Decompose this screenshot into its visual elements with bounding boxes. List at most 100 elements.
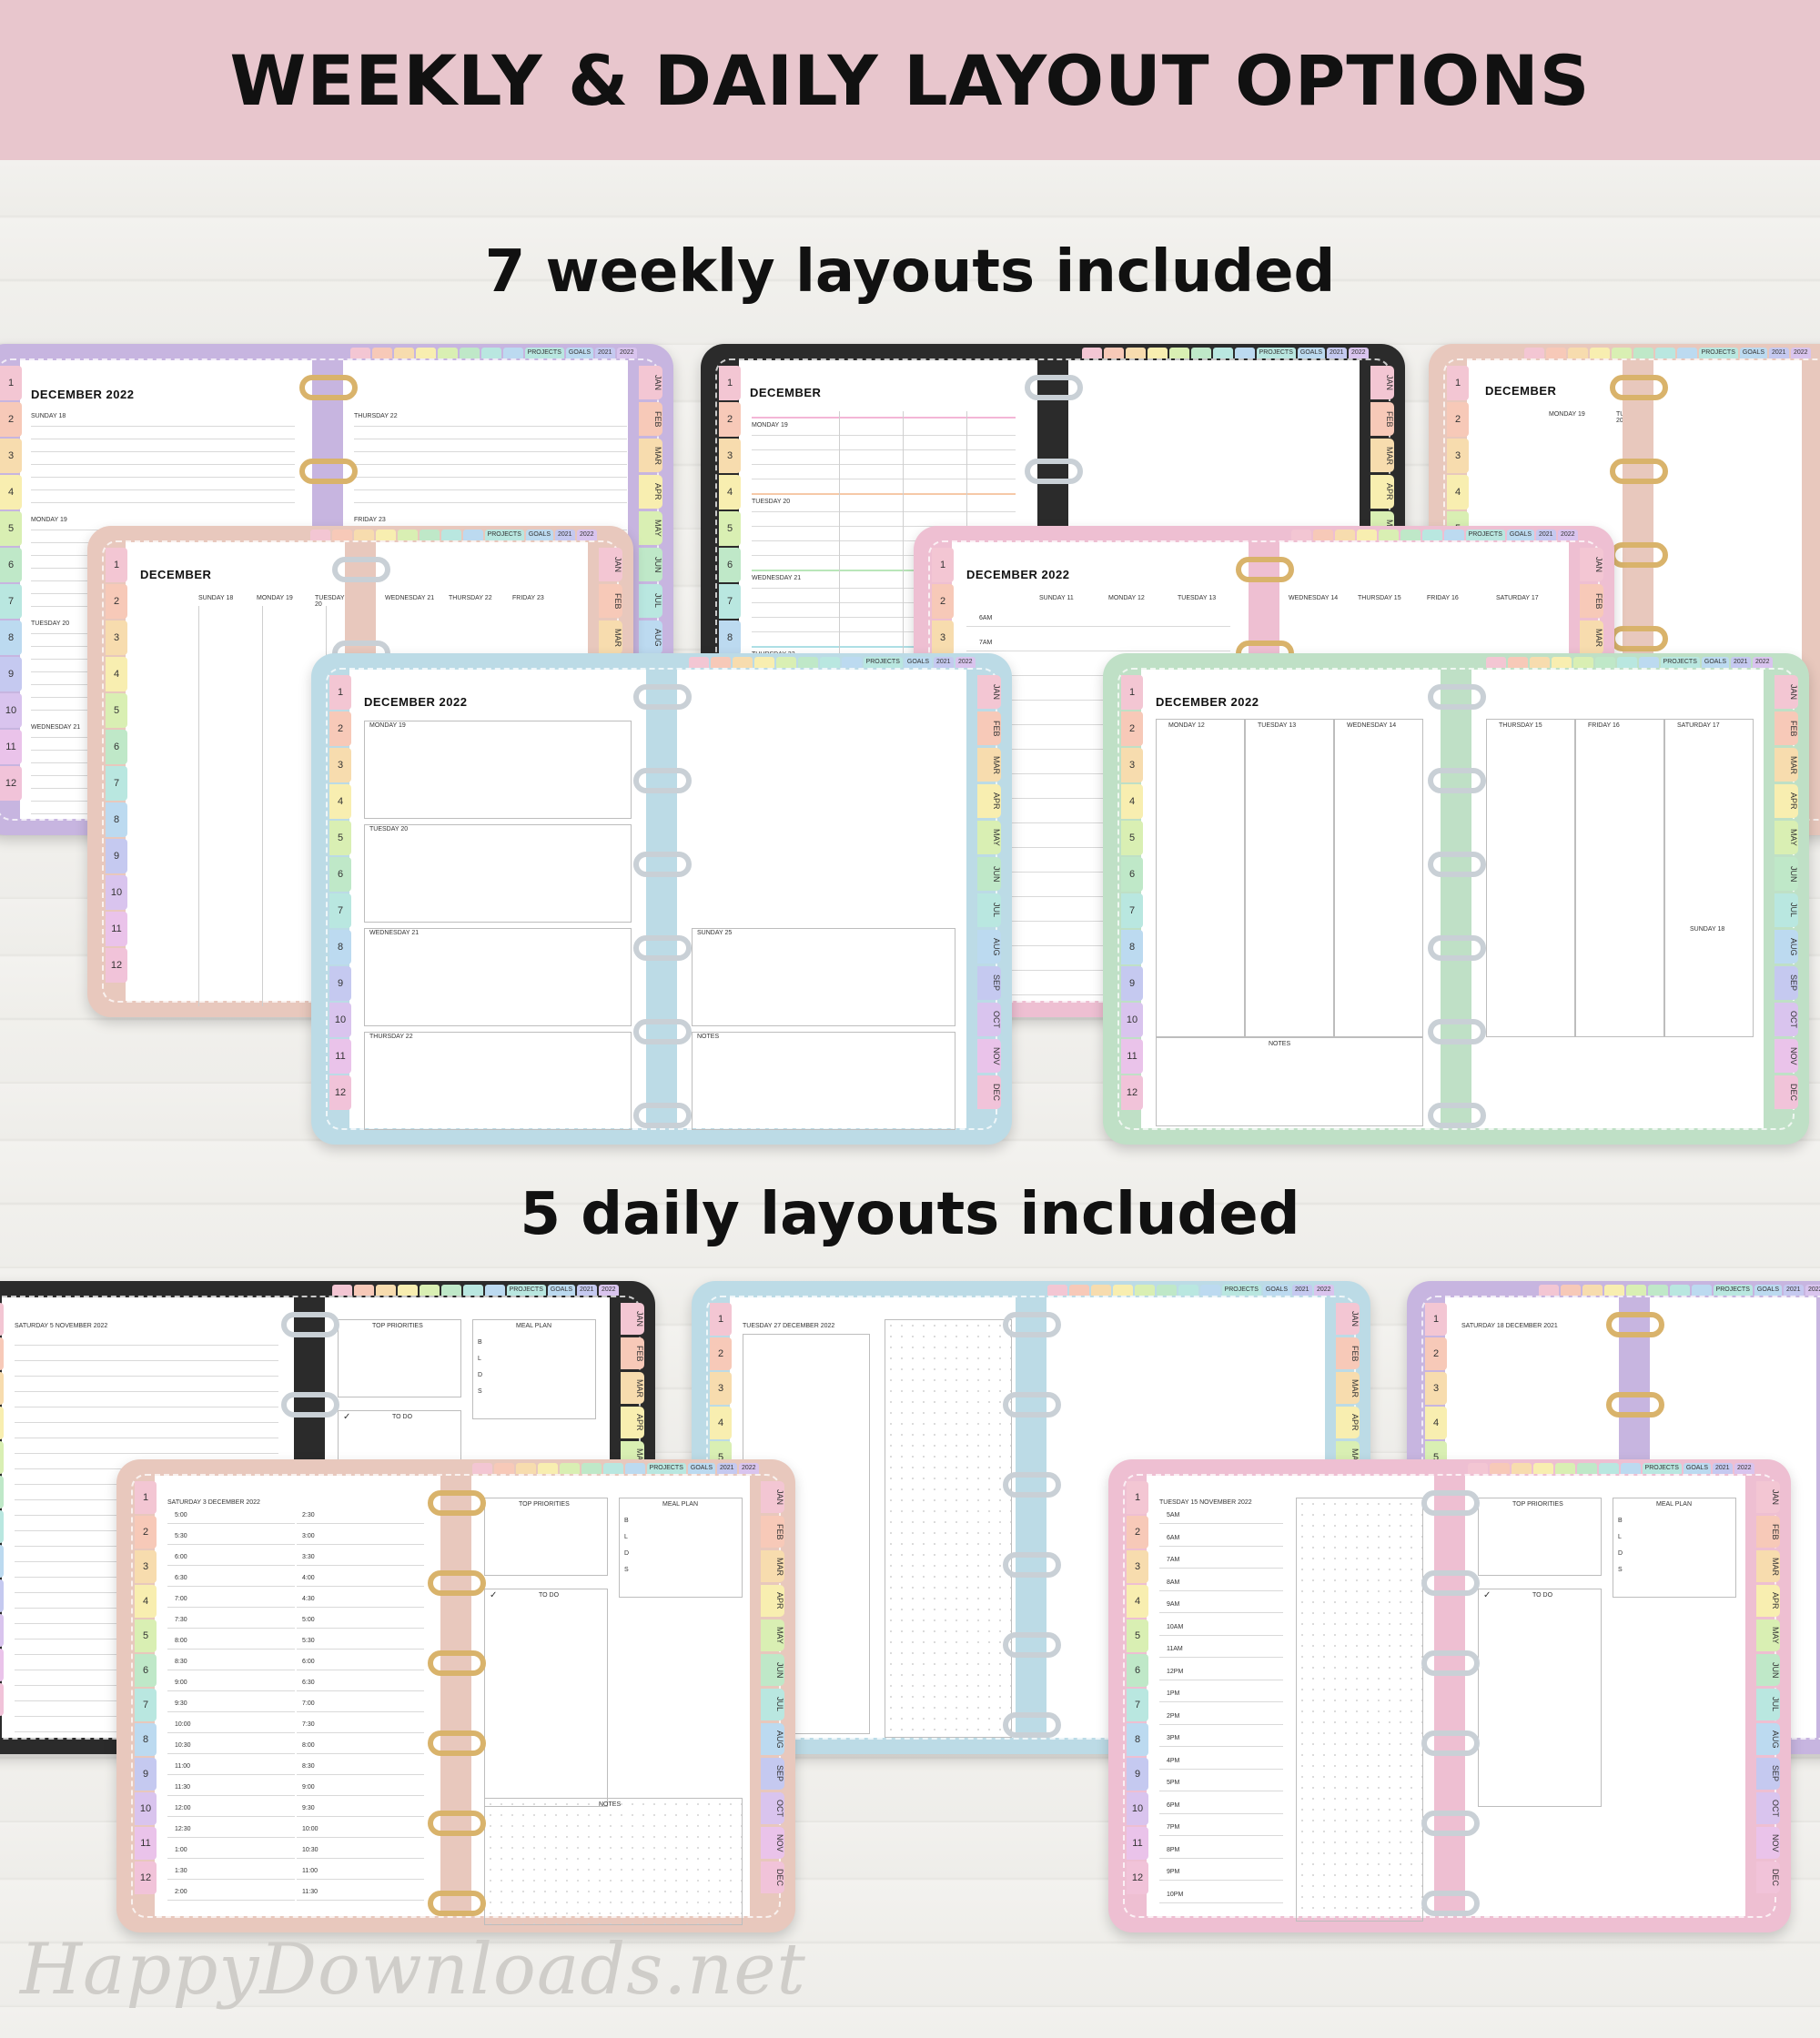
top-icon-tab[interactable] [1485, 657, 1506, 668]
number-tab-1[interactable]: 1 [329, 675, 351, 710]
month-tab-mar[interactable]: MAR [1580, 620, 1603, 654]
number-tab-8[interactable]: 8 [719, 620, 741, 655]
top-icon-tab[interactable] [1594, 657, 1615, 668]
top-icon-tab[interactable] [1421, 530, 1442, 540]
top-icon-tab[interactable] [419, 530, 440, 540]
number-tab-10[interactable]: 10 [1127, 1792, 1148, 1825]
top-icon-tab[interactable] [462, 1285, 483, 1296]
number-tab-3[interactable]: 3 [1127, 1550, 1148, 1583]
top-icon-tab[interactable] [459, 348, 480, 358]
top-tab-projects[interactable]: PROJECTS [1642, 1463, 1682, 1474]
month-tab-apr[interactable]: APR [1774, 784, 1798, 818]
month-tab-feb[interactable]: FEB [977, 711, 1001, 745]
number-tab-2[interactable]: 2 [0, 1337, 4, 1370]
month-tab-dec[interactable]: DEC [1774, 1075, 1798, 1109]
number-tab-11[interactable]: 11 [0, 1649, 4, 1681]
number-tab-1[interactable]: 1 [1121, 675, 1143, 710]
top-icon-tab[interactable] [375, 1285, 396, 1296]
top-icon-tab[interactable] [331, 530, 352, 540]
number-tab-1[interactable]: 1 [0, 1303, 4, 1336]
top-icon-tab[interactable] [353, 530, 374, 540]
number-tab-9[interactable]: 9 [0, 657, 22, 691]
top-icon-tab[interactable] [471, 1463, 492, 1474]
month-tab-jan[interactable]: JAN [599, 548, 622, 581]
top-icon-tab[interactable] [1356, 530, 1377, 540]
number-tab-1[interactable]: 1 [0, 366, 22, 400]
month-tab-jan[interactable]: JAN [1336, 1303, 1360, 1335]
number-tab-11[interactable]: 11 [106, 912, 127, 946]
month-tab-jan[interactable]: JAN [621, 1303, 644, 1335]
month-tab-sep[interactable]: SEP [1774, 966, 1798, 1000]
number-tab-7[interactable]: 7 [719, 584, 741, 619]
month-tab-jan[interactable]: JAN [977, 675, 1001, 709]
number-tab-1[interactable]: 1 [1447, 366, 1469, 400]
number-tab-7[interactable]: 7 [135, 1689, 157, 1721]
month-tab-aug[interactable]: AUG [1756, 1723, 1780, 1755]
top-tab-goals[interactable]: GOALS [565, 348, 593, 358]
top-tab-2021[interactable]: 2021 [1769, 348, 1789, 358]
top-icon-tab[interactable] [1068, 1285, 1089, 1296]
month-tab-jan[interactable]: JAN [1370, 366, 1394, 399]
number-tab-9[interactable]: 9 [329, 966, 351, 1001]
number-tab-6[interactable]: 6 [0, 548, 22, 582]
top-tab-2021[interactable]: 2021 [1731, 657, 1751, 668]
top-icon-tab[interactable] [1669, 1285, 1690, 1296]
top-icon-tab[interactable] [1378, 530, 1399, 540]
top-icon-tab[interactable] [1554, 1463, 1575, 1474]
top-icon-tab[interactable] [397, 1285, 418, 1296]
number-tab-12[interactable]: 12 [0, 1683, 4, 1716]
top-icon-tab[interactable] [515, 1463, 536, 1474]
month-tab-apr[interactable]: APR [761, 1585, 784, 1617]
number-tab-6[interactable]: 6 [329, 857, 351, 892]
number-tab-3[interactable]: 3 [0, 439, 22, 473]
top-icon-tab[interactable] [537, 1463, 558, 1474]
top-icon-tab[interactable] [841, 657, 862, 668]
top-tab-goals[interactable]: GOALS [687, 1463, 715, 1474]
number-tab-3[interactable]: 3 [106, 620, 127, 655]
month-tab-apr[interactable]: APR [1336, 1407, 1360, 1438]
number-tab-11[interactable]: 11 [0, 730, 22, 764]
number-tab-8[interactable]: 8 [1121, 930, 1143, 964]
month-tab-feb[interactable]: FEB [1756, 1516, 1780, 1548]
month-tab-apr[interactable]: APR [1370, 475, 1394, 509]
month-tab-may[interactable]: MAY [1756, 1619, 1780, 1651]
top-icon-tab[interactable] [1312, 530, 1333, 540]
month-tab-jan[interactable]: JAN [639, 366, 662, 399]
number-tab-3[interactable]: 3 [1425, 1372, 1447, 1405]
month-tab-aug[interactable]: AUG [639, 620, 662, 654]
number-tab-6[interactable]: 6 [1127, 1654, 1148, 1687]
number-tab-2[interactable]: 2 [0, 402, 22, 437]
top-tab-goals[interactable]: GOALS [1754, 1285, 1782, 1296]
number-tab-3[interactable]: 3 [932, 620, 954, 655]
number-tab-6[interactable]: 6 [135, 1654, 157, 1687]
month-tab-nov[interactable]: NOV [1756, 1827, 1780, 1859]
top-icon-tab[interactable] [349, 348, 370, 358]
top-tab-goals[interactable]: GOALS [525, 530, 553, 540]
top-icon-tab[interactable] [1551, 657, 1572, 668]
number-tab-7[interactable]: 7 [329, 893, 351, 928]
top-icon-tab[interactable] [1598, 1463, 1619, 1474]
month-tab-mar[interactable]: MAR [1774, 748, 1798, 782]
top-icon-tab[interactable] [1081, 348, 1102, 358]
number-tab-1[interactable]: 1 [135, 1481, 157, 1514]
top-tab-2022[interactable]: 2022 [617, 348, 637, 358]
number-tab-3[interactable]: 3 [710, 1372, 732, 1405]
month-tab-feb[interactable]: FEB [1580, 584, 1603, 618]
top-icon-tab[interactable] [1147, 348, 1168, 358]
number-tab-4[interactable]: 4 [329, 784, 351, 819]
number-tab-9[interactable]: 9 [135, 1758, 157, 1791]
top-tab-2022[interactable]: 2022 [956, 657, 976, 668]
top-icon-tab[interactable] [437, 348, 458, 358]
top-icon-tab[interactable] [440, 530, 461, 540]
top-icon-tab[interactable] [1616, 657, 1637, 668]
top-icon-tab[interactable] [353, 1285, 374, 1296]
top-tab-projects[interactable]: PROJECTS [1256, 348, 1296, 358]
month-tab-jan[interactable]: JAN [1756, 1481, 1780, 1513]
top-icon-tab[interactable] [581, 1463, 602, 1474]
top-icon-tab[interactable] [1334, 530, 1355, 540]
number-tab-12[interactable]: 12 [106, 948, 127, 983]
top-icon-tab[interactable] [1168, 348, 1189, 358]
number-tab-12[interactable]: 12 [1127, 1861, 1148, 1894]
number-tab-6[interactable]: 6 [0, 1476, 4, 1508]
top-icon-tab[interactable] [1523, 348, 1544, 358]
